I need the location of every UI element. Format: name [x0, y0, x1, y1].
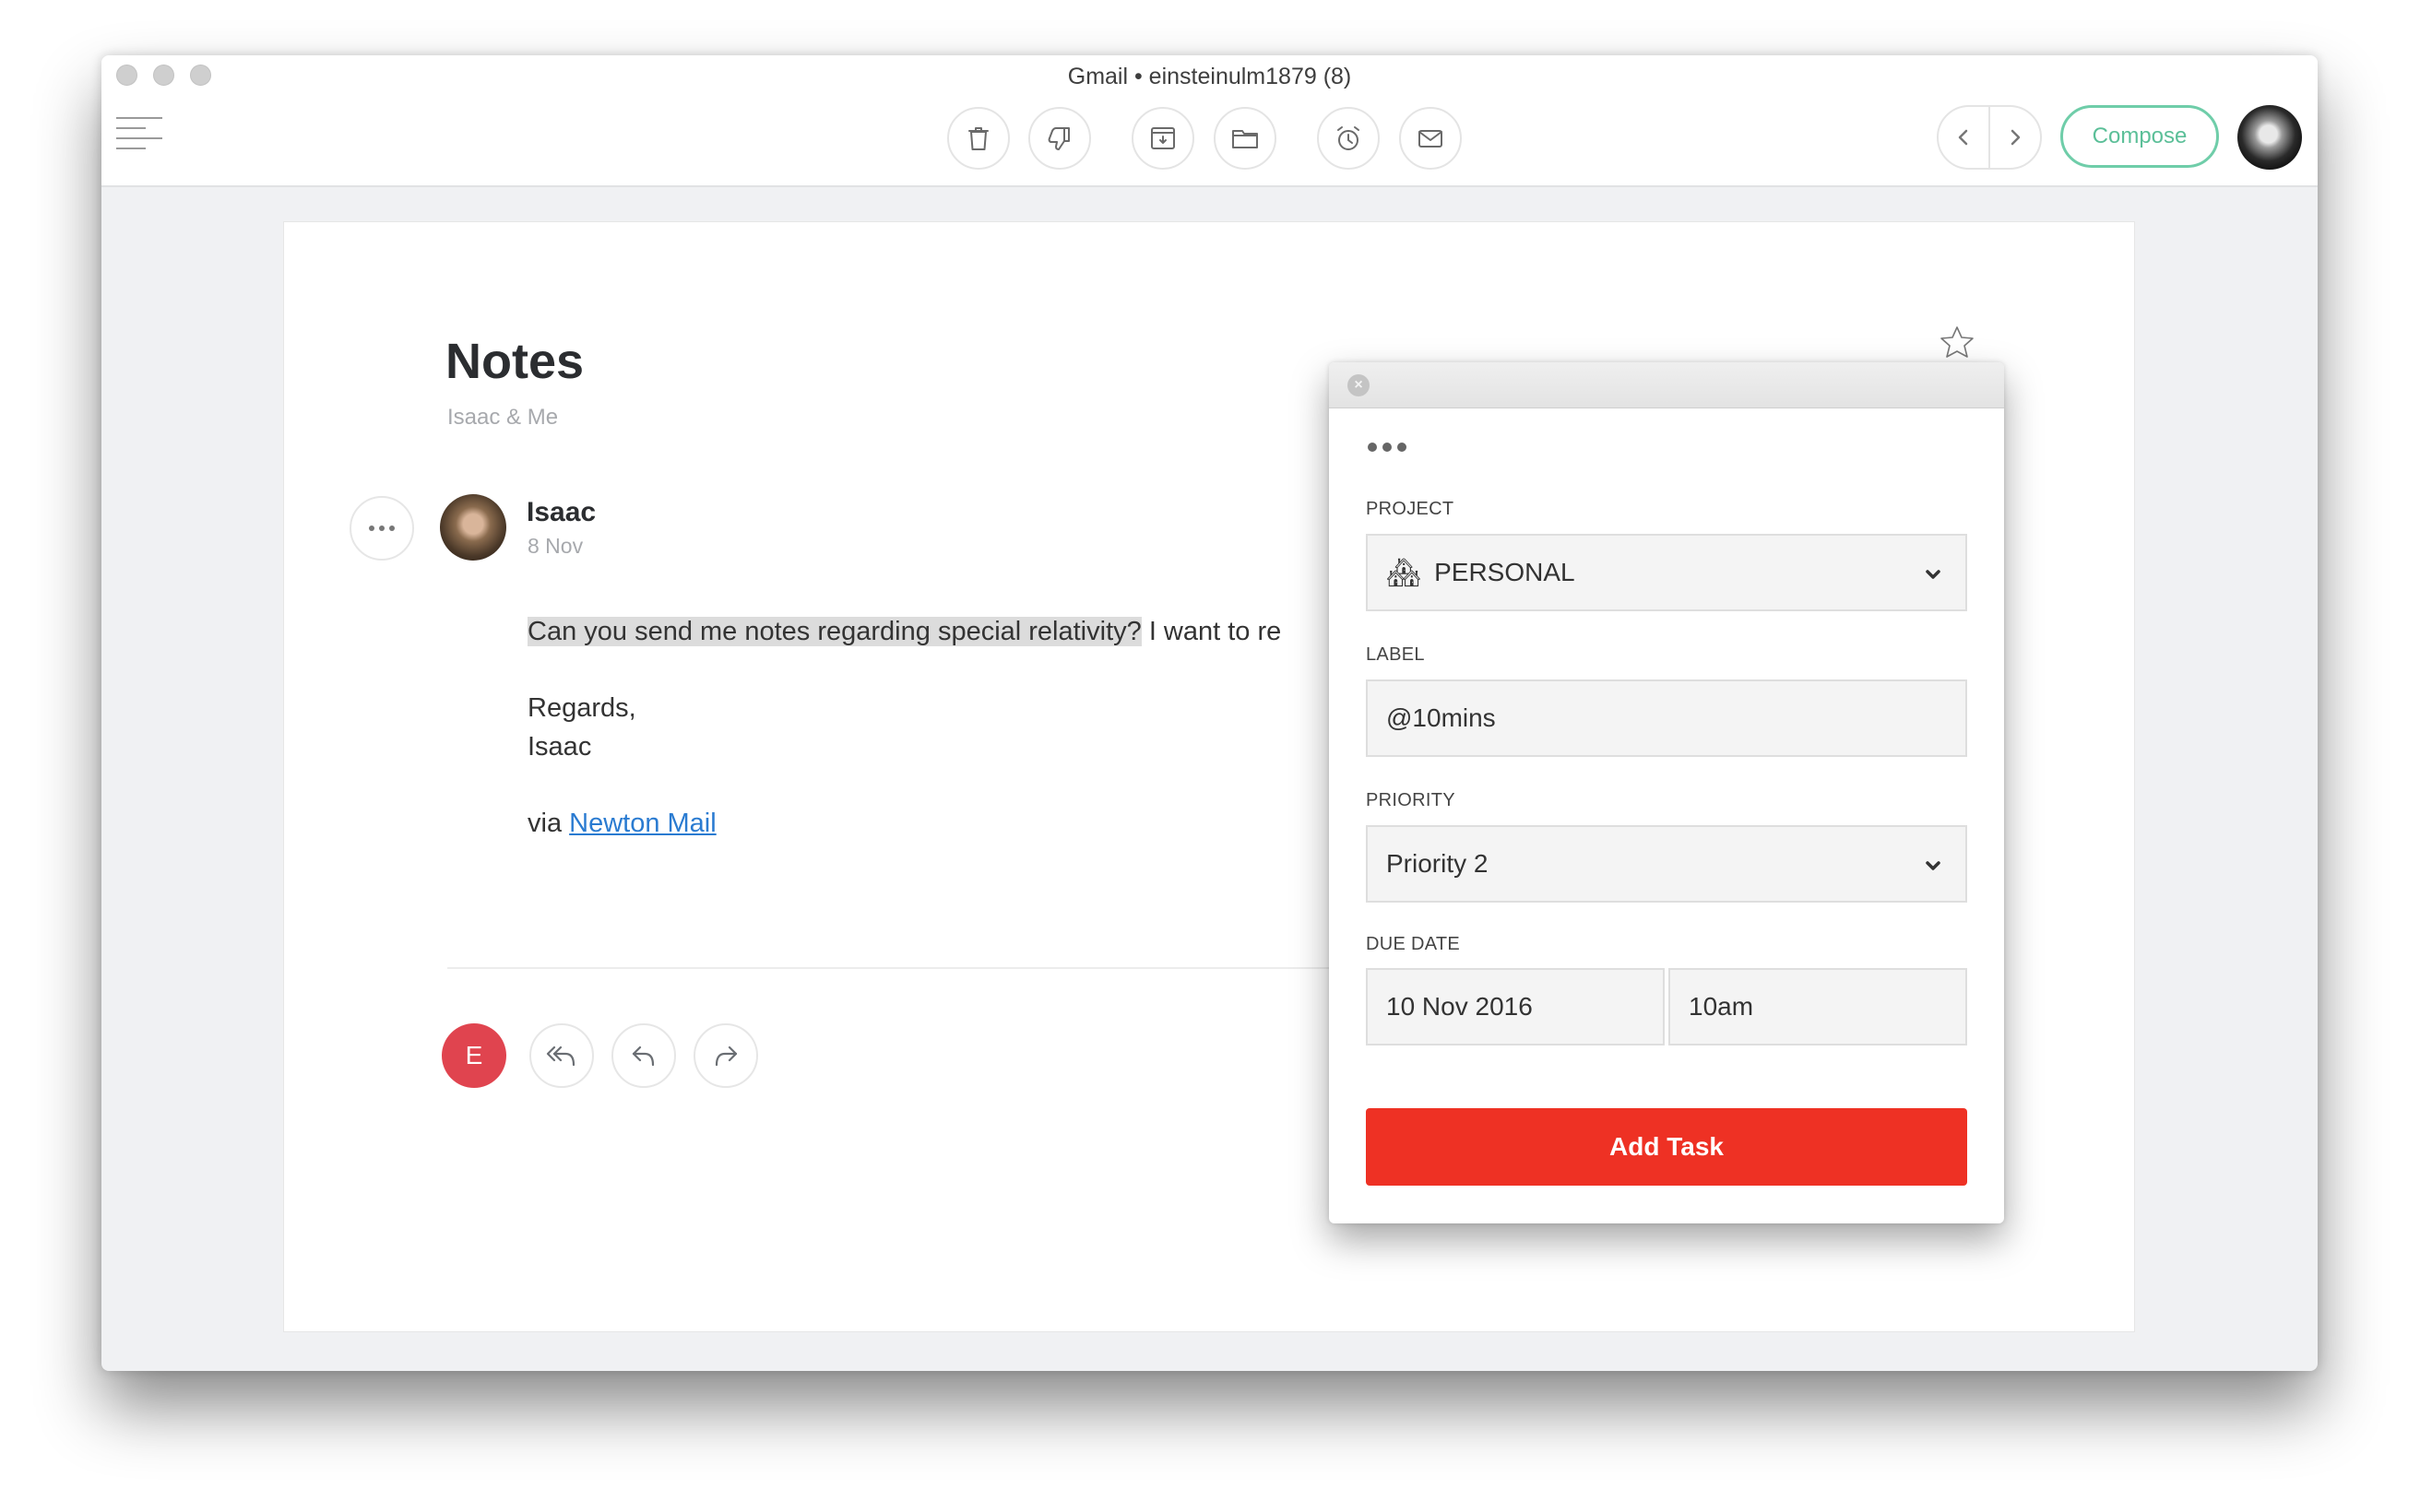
add-task-popup: × PROJECT 🏘 PERSONAL LABEL @10mins PRIOR…: [1329, 362, 2004, 1223]
star-button[interactable]: [1938, 324, 1976, 362]
move-to-folder-button[interactable]: [1214, 107, 1276, 170]
sender-name: Isaac: [527, 497, 597, 527]
sender-avatar: [440, 494, 506, 561]
window-title: Gmail • einsteinulm1879 (8): [1067, 64, 1352, 89]
previous-message-button[interactable]: [1939, 107, 1988, 168]
chevron-down-icon: [1923, 561, 1943, 582]
priority-select[interactable]: Priority 2: [1366, 825, 1967, 903]
via-line: via Newton Mail: [528, 809, 717, 839]
delete-button[interactable]: [947, 107, 1010, 170]
project-value: PERSONAL: [1434, 558, 1575, 586]
archive-icon: [1151, 127, 1175, 149]
via-prefix: via: [528, 809, 570, 838]
label-label: LABEL: [1366, 644, 1425, 665]
reply-all-icon: [546, 1045, 575, 1067]
toolbar: Gmail • einsteinulm1879 (8) Compose: [101, 55, 2318, 187]
chevron-right-icon: [2011, 129, 2021, 146]
compose-button[interactable]: Compose: [2060, 105, 2219, 168]
mark-unread-button[interactable]: [1399, 107, 1462, 170]
envelope-icon: [1418, 130, 1442, 148]
reply-icon: [632, 1045, 655, 1067]
project-label: PROJECT: [1366, 499, 1454, 519]
due-date-label: DUE DATE: [1366, 934, 1461, 954]
signature-name: Isaac: [528, 732, 592, 762]
selected-text[interactable]: Can you send me notes regarding special …: [528, 617, 1142, 646]
priority-value: Priority 2: [1386, 849, 1489, 878]
forward-button[interactable]: [694, 1023, 758, 1088]
chevron-down-icon: [1923, 853, 1943, 873]
popup-more-menu[interactable]: [1368, 443, 1406, 452]
alarm-clock-icon: [1337, 126, 1359, 150]
label-input[interactable]: @10mins: [1366, 679, 1967, 757]
message-body-rest: I want to re: [1141, 617, 1282, 646]
reply-button[interactable]: [611, 1023, 676, 1088]
message-more-button[interactable]: [350, 496, 414, 561]
archive-button[interactable]: [1132, 107, 1194, 170]
priority-label: PRIORITY: [1366, 790, 1455, 810]
label-value: @10mins: [1386, 703, 1496, 732]
email-subject: Notes: [445, 334, 585, 389]
my-avatar: E: [442, 1023, 506, 1088]
due-date-input[interactable]: 10 Nov 2016: [1366, 968, 1665, 1045]
due-time-value: 10am: [1689, 992, 1754, 1021]
next-message-button[interactable]: [1988, 107, 2040, 168]
message-navigation: [1937, 105, 2042, 170]
star-icon: [1940, 326, 1974, 358]
user-avatar[interactable]: [2237, 105, 2302, 170]
add-task-button[interactable]: Add Task: [1366, 1108, 1967, 1186]
thread-participants: Isaac & Me: [447, 405, 559, 430]
newton-mail-link[interactable]: Newton Mail: [569, 809, 717, 838]
menu-icon[interactable]: [116, 117, 164, 158]
project-select[interactable]: 🏘 PERSONAL: [1366, 534, 1967, 611]
thumbs-down-icon: [1048, 127, 1070, 150]
popup-header: ×: [1329, 362, 2004, 408]
folder-icon: [1232, 130, 1258, 148]
due-date-value: 10 Nov 2016: [1386, 992, 1533, 1021]
trash-icon: [968, 127, 989, 150]
due-time-input[interactable]: 10am: [1668, 968, 1967, 1045]
chevron-left-icon: [1958, 129, 1968, 146]
close-icon[interactable]: ×: [1347, 374, 1370, 396]
closing-line: Regards,: [528, 693, 636, 723]
forward-icon: [715, 1045, 738, 1067]
message-date: 8 Nov: [528, 534, 584, 558]
snooze-button[interactable]: [1317, 107, 1380, 170]
house-icon: 🏘: [1386, 557, 1422, 588]
reply-all-button[interactable]: [529, 1023, 594, 1088]
spam-button[interactable]: [1028, 107, 1091, 170]
